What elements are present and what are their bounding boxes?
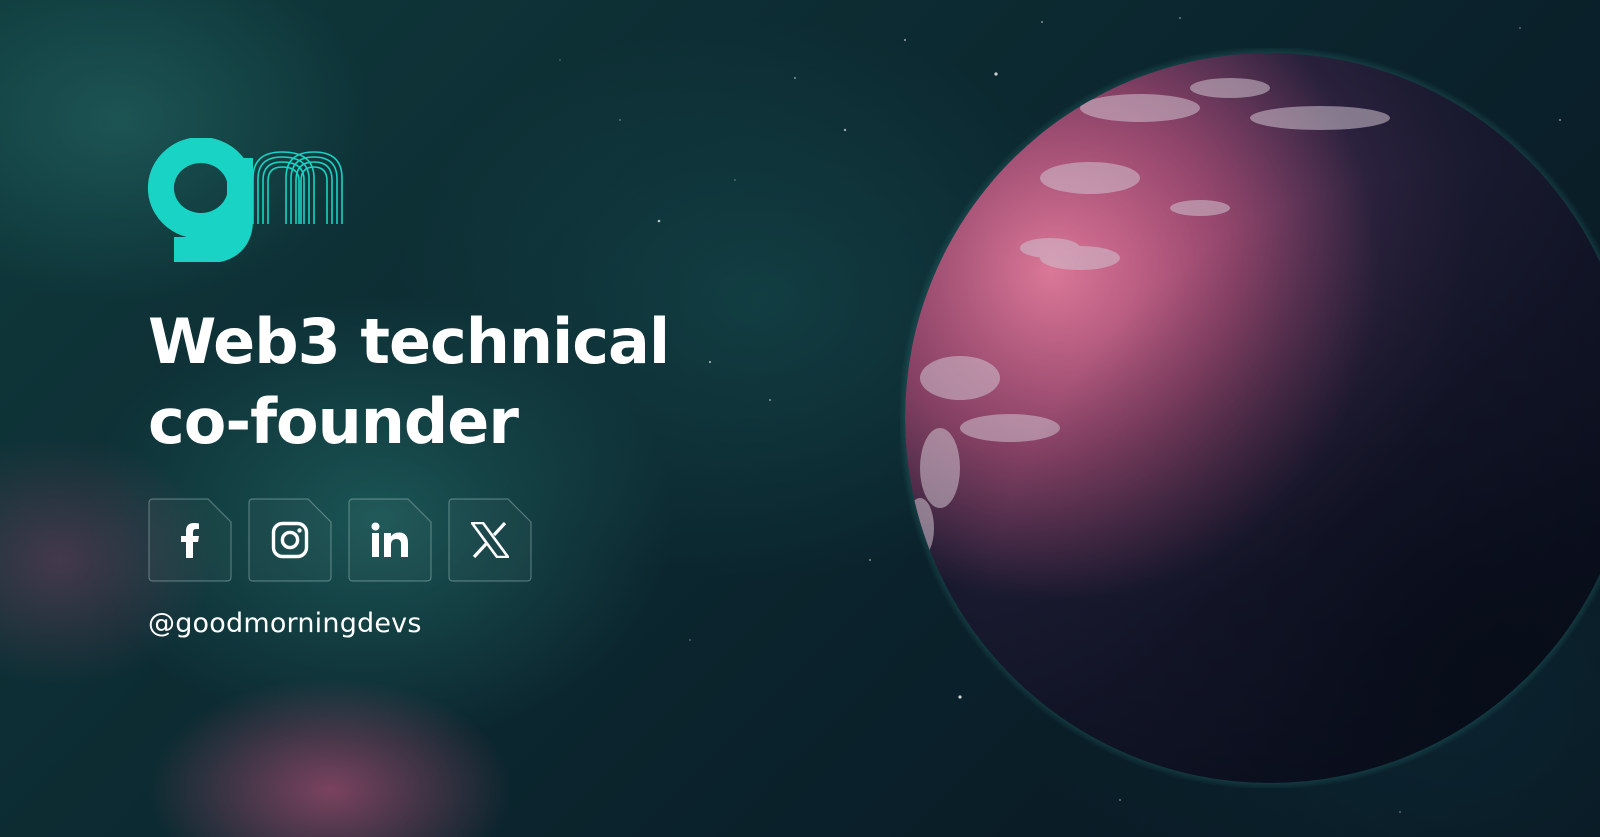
hero-banner: Web3 technical co-founder @goodmorningde… [0, 0, 1600, 837]
facebook-button[interactable] [148, 498, 232, 582]
x-button[interactable] [448, 498, 532, 582]
facebook-icon [181, 523, 199, 558]
linkedin-icon [371, 522, 408, 557]
linkedin-button[interactable] [348, 498, 432, 582]
gm-logo [147, 138, 343, 262]
headline-line-2: co-founder [148, 385, 519, 458]
instagram-button[interactable] [248, 498, 332, 582]
x-icon [471, 522, 509, 558]
headline-line-1: Web3 technical [148, 305, 670, 378]
social-handle: @goodmorningdevs [148, 608, 422, 639]
planet-illustration [900, 48, 1600, 788]
social-links [148, 498, 532, 582]
headline: Web3 technical co-founder [148, 302, 670, 462]
instagram-icon [271, 521, 309, 559]
